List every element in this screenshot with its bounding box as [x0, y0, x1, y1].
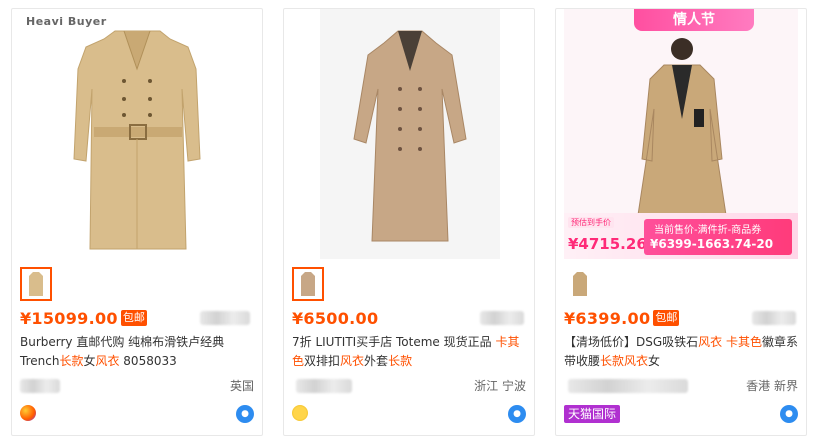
- title-highlight: 风衣: [95, 354, 120, 368]
- location: 英国: [229, 379, 254, 393]
- title-text: 7折 LIUTITI买手店 Toteme 现货正品: [292, 335, 496, 349]
- wangwang-chat-icon[interactable]: ●: [508, 405, 526, 423]
- blurred-sales: [480, 311, 524, 325]
- product-card-2[interactable]: ¥6500.00 7折 LIUTITI买手店 Toteme 现货正品 卡其色双排…: [283, 8, 535, 436]
- thumbnail[interactable]: [564, 267, 596, 301]
- product-card-3[interactable]: 情人节 预估到手价 ¥4715.26 当前售价-满件折-商品券 ¥6399-16…: [555, 8, 807, 436]
- estimated-price-label: 预估到手价: [568, 217, 614, 228]
- shop-badge-icon[interactable]: [20, 405, 36, 421]
- thumbnail-strip: [292, 267, 324, 301]
- price-breakdown-box: 当前售价-满件折-商品券 ¥6399-1663.74-20: [644, 219, 792, 255]
- title-text: 8058033: [119, 354, 177, 368]
- title-highlight: 长款: [59, 354, 84, 368]
- title-highlight: 卡其色: [726, 335, 763, 349]
- location: 香港 新界: [746, 379, 798, 393]
- coat-thumb-icon: [29, 272, 43, 296]
- title-text: 女: [648, 354, 661, 368]
- product-title-link[interactable]: Burberry 直邮代购 纯棉布滑铁卢经典Trench长款女风衣 805803…: [20, 333, 256, 371]
- price-breakdown-label: 当前售价-满件折-商品券: [654, 225, 762, 236]
- title-text: 双排扣: [304, 354, 341, 368]
- product-image[interactable]: Heavi Buyer: [20, 9, 254, 259]
- tmall-global-badge[interactable]: 天猫国际: [564, 405, 621, 423]
- blurred-sales: [200, 311, 250, 325]
- wangwang-chat-icon[interactable]: ●: [236, 405, 254, 423]
- thumbnail-strip: [564, 267, 596, 301]
- estimated-price: ¥4715.26: [568, 235, 647, 253]
- product-card-1[interactable]: Heavi Buyer ¥15099.00 包邮 Burberry 直邮代购 纯…: [11, 8, 263, 436]
- blurred-shop-name[interactable]: [296, 379, 352, 393]
- title-highlight: 风衣: [624, 354, 649, 368]
- blurred-shop-name[interactable]: [20, 379, 60, 393]
- product-image[interactable]: 情人节 预估到手价 ¥4715.26 当前售价-满件折-商品券 ¥6399-16…: [564, 9, 798, 259]
- watermark: Heavi Buyer: [26, 15, 107, 28]
- gold-seller-icon[interactable]: [292, 405, 308, 421]
- title-highlight: 风衣: [698, 335, 723, 349]
- product-price: ¥6500.00: [292, 308, 379, 328]
- title-highlight: 风衣: [340, 354, 365, 368]
- product-title-link[interactable]: 7折 LIUTITI买手店 Toteme 现货正品 卡其色双排扣风衣外套长款: [292, 333, 528, 371]
- title-highlight: 长款: [388, 354, 413, 368]
- coat-thumb-icon: [301, 272, 315, 296]
- valentine-promo-banner: 情人节: [634, 9, 754, 31]
- product-title-link[interactable]: 【清场低价】DSG吸铁石风衣 卡其色徽章系带收腰长款风衣女: [564, 333, 800, 371]
- thumbnail-strip: [20, 267, 52, 301]
- product-price: ¥15099.00: [20, 308, 118, 328]
- location: 浙江 宁波: [474, 379, 526, 393]
- title-text: 【清场低价】DSG吸铁石: [564, 335, 699, 349]
- thumbnail-selected[interactable]: [20, 267, 52, 301]
- free-shipping-badge: 包邮: [653, 310, 680, 326]
- title-text: 女: [83, 354, 96, 368]
- promo-price-panel: 预估到手价 ¥4715.26 当前售价-满件折-商品券 ¥6399-1663.7…: [564, 213, 798, 259]
- blurred-sales: [752, 311, 796, 325]
- trench-coat-image: [73, 30, 201, 250]
- title-highlight: 长款: [600, 354, 625, 368]
- coat-image: [353, 30, 467, 242]
- thumbnail-selected[interactable]: [292, 267, 324, 301]
- wangwang-chat-icon[interactable]: ●: [780, 405, 798, 423]
- title-text: 外套: [364, 354, 389, 368]
- price-breakdown-formula: ¥6399-1663.74-20: [650, 237, 774, 251]
- product-image[interactable]: [320, 9, 500, 259]
- free-shipping-badge: 包邮: [120, 310, 147, 326]
- blurred-shop-name[interactable]: [568, 379, 688, 393]
- coat-thumb-icon: [573, 272, 587, 296]
- product-price: ¥6399.00: [564, 308, 651, 328]
